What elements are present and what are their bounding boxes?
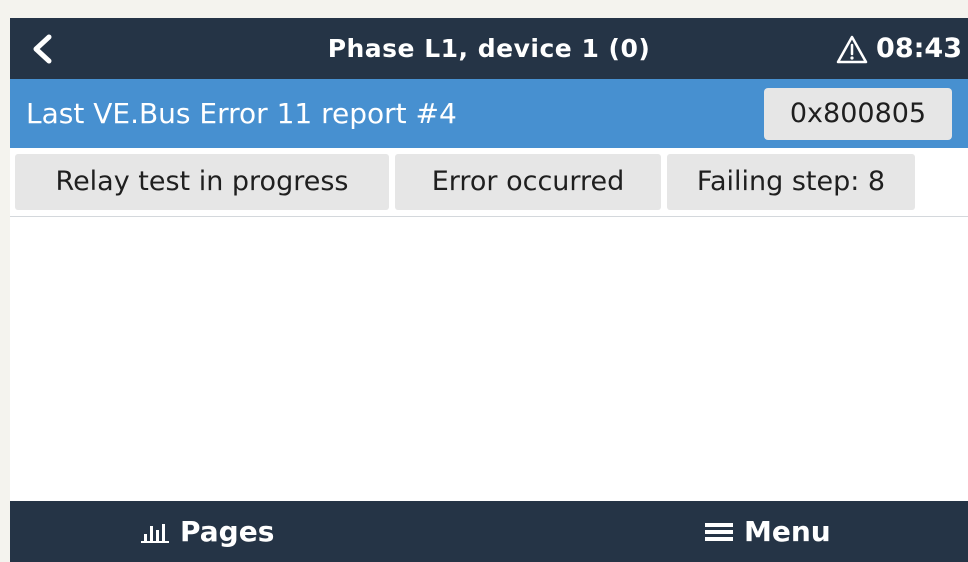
menu-label: Menu	[744, 515, 831, 548]
hamburger-icon	[705, 522, 733, 541]
device-screen: Phase L1, device 1 (0) 08:43 Last VE.Bus…	[10, 18, 968, 562]
failing-step-chip: Failing step: 8	[667, 154, 915, 210]
menu-button[interactable]: Menu	[704, 501, 831, 562]
pages-label: Pages	[180, 515, 275, 548]
error-occurred-chip: Error occurred	[395, 154, 661, 210]
relay-test-status-chip: Relay test in progress	[15, 154, 389, 210]
top-bar: Phase L1, device 1 (0) 08:43	[10, 18, 968, 79]
warning-triangle-icon	[836, 35, 868, 63]
status-area: 08:43	[836, 18, 962, 79]
error-code-value: 0x800805	[764, 88, 952, 140]
error-details-row: Relay test in progress Error occurred Fa…	[10, 148, 968, 217]
error-report-row[interactable]: Last VE.Bus Error 11 report #4 0x800805	[10, 79, 968, 148]
page-title: Phase L1, device 1 (0)	[327, 34, 651, 63]
pages-button[interactable]: Pages	[140, 501, 274, 562]
bar-chart-icon	[141, 523, 169, 543]
bottom-bar: Pages Menu	[10, 501, 968, 562]
error-report-label: Last VE.Bus Error 11 report #4	[26, 97, 457, 130]
clock: 08:43	[876, 33, 962, 64]
